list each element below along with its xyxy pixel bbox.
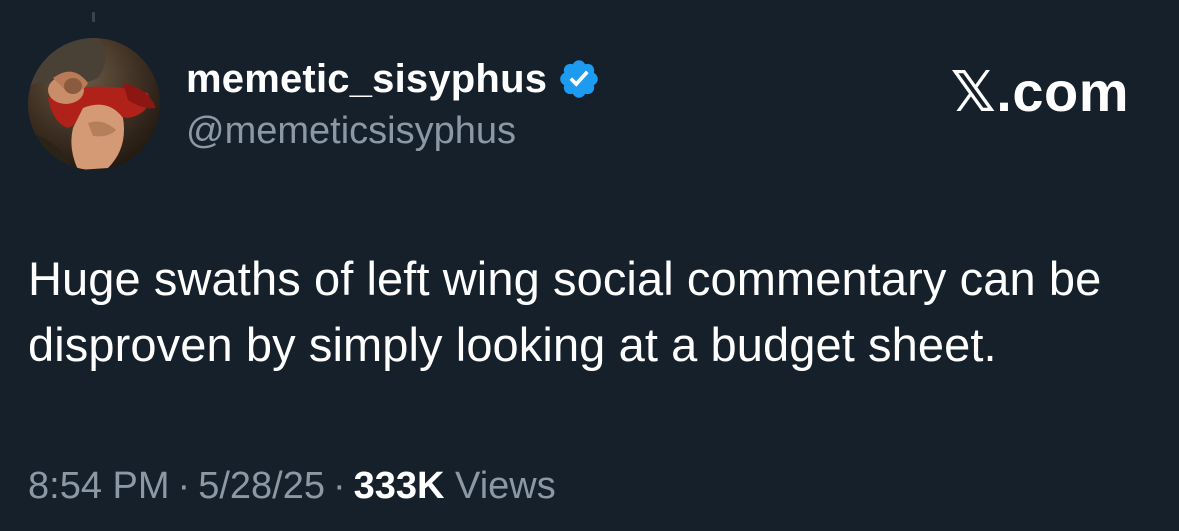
views-label[interactable]: Views xyxy=(455,465,556,507)
author-name-row[interactable]: memetic_sisyphus xyxy=(186,52,601,106)
display-name[interactable]: memetic_sisyphus xyxy=(186,52,547,106)
separator: · xyxy=(332,465,346,507)
author-handle[interactable]: @memeticsisyphus xyxy=(186,106,516,156)
tweet-time[interactable]: 8:54 PM xyxy=(28,465,170,507)
tweet-date[interactable]: 5/28/25 xyxy=(198,465,325,507)
divider-mark xyxy=(92,12,95,22)
tweet-meta: 8:54 PM · 5/28/25 · 333K Views xyxy=(28,460,556,512)
separator: · xyxy=(177,465,191,507)
tweet-card: memetic_sisyphus @memeticsisyphus 𝕏.com … xyxy=(0,0,1179,531)
avatar[interactable] xyxy=(28,38,160,170)
avatar-painting-image xyxy=(28,38,160,170)
verified-badge-icon xyxy=(557,57,601,101)
views-count[interactable]: 333K xyxy=(354,465,445,507)
tweet-text: Huge swaths of left wing social commenta… xyxy=(28,252,1102,371)
x-logo: 𝕏.com xyxy=(950,60,1129,123)
